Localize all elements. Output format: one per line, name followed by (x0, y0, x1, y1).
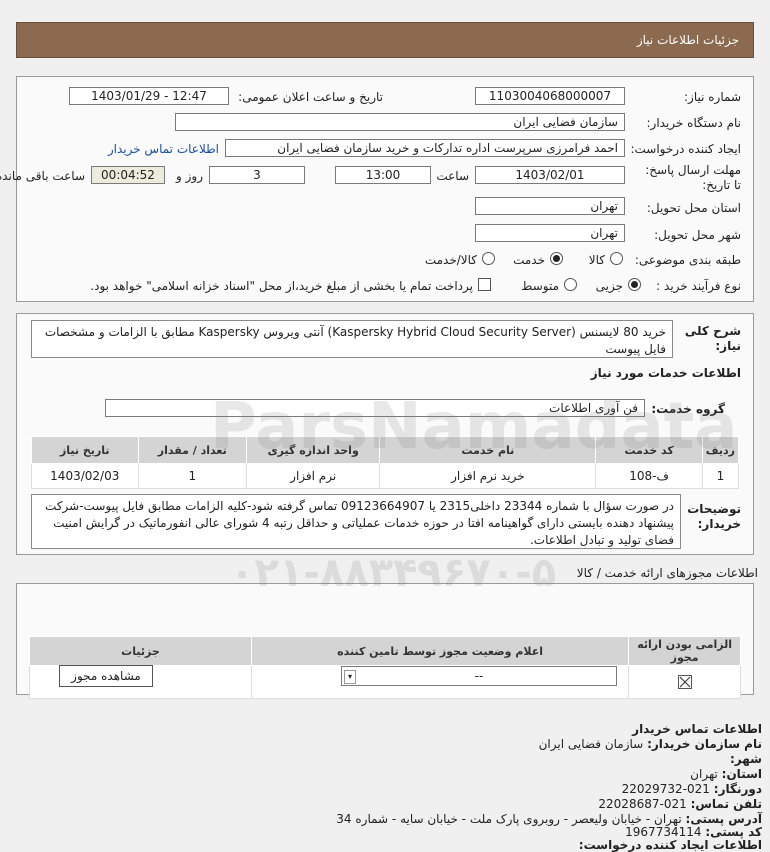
services-table-header: ردیف کد خدمت نام خدمت واحد اندازه گیری ت… (31, 436, 740, 464)
col-service-name: نام خدمت (379, 436, 597, 464)
permits-table-header: الزامی بودن ارائه مجوز اعلام وضعیت مجوز … (29, 636, 741, 666)
time-label: ساعت (436, 169, 469, 183)
contact-org: نام سازمان خریدار: سازمان فضایی ایران (538, 737, 762, 751)
permit-status-select[interactable]: -- ▾ (341, 666, 617, 686)
permit-status-value: -- (474, 669, 484, 683)
summary-label: شرح کلی نیاز: (684, 324, 741, 353)
creator-info-title: اطلاعات ایجاد کننده درخواست: (578, 838, 762, 852)
category-radio-goods-service[interactable] (482, 252, 495, 265)
process-radio-medium[interactable] (564, 278, 577, 291)
province-label: استان محل تحویل: (646, 201, 741, 215)
service-group-field: فن آوری اطلاعات (105, 399, 645, 417)
page-header: جزئیات اطلاعات نیاز (16, 22, 754, 58)
announce-label: تاریخ و ساعت اعلان عمومی: (238, 90, 383, 104)
col-unit: واحد اندازه گیری (246, 436, 381, 464)
buyer-notes-label: توضیحات خریدار: (687, 502, 741, 531)
process-option-medium: متوسط (521, 279, 559, 293)
contact-fax: دورنگار: 021-22029732 (621, 782, 762, 796)
col-permit-status: اعلام وضعیت مجوز توسط تامین کننده (250, 636, 630, 666)
contact-phone: تلفن تماس: 021-22028687 (598, 797, 762, 811)
treasury-payment-checkbox[interactable] (478, 278, 491, 291)
creator-field: احمد فرامرزی سرپرست اداره تدارکات و خرید… (225, 139, 625, 157)
table-row: 1 ف-108 خرید نرم افزار نرم افزار 1 1403/… (31, 463, 740, 489)
permits-title: اطلاعات مجوزهای ارائه خدمت / کالا (576, 566, 758, 580)
buyer-contact-link[interactable]: اطلاعات تماس خریدار (108, 142, 219, 156)
cell-permit-required (628, 665, 741, 699)
col-permit-details: جزئیات (29, 636, 252, 666)
permit-required-checkbox (677, 675, 692, 690)
contact-city: شهر: (730, 752, 762, 766)
buyer-label: نام دستگاه خریدار: (646, 116, 742, 130)
cell-unit: نرم افزار (246, 463, 381, 489)
contact-postal-code: کد پستی: 1967734114 (625, 825, 762, 839)
days-label: روز و (176, 169, 203, 183)
permits-panel: الزامی بودن ارائه مجوز اعلام وضعیت مجوز … (16, 583, 754, 699)
city-field: تهران (475, 224, 625, 242)
summary-text: خرید 80 لایسنس (Kaspersky Hybrid Cloud S… (31, 320, 673, 358)
deadline-time-field: 13:00 (335, 166, 431, 184)
creator-label: ایجاد کننده درخواست: (630, 142, 741, 156)
services-table: ردیف کد خدمت نام خدمت واحد اندازه گیری ت… (31, 436, 740, 489)
col-need-date: تاریخ نیاز (31, 436, 139, 464)
buyer-field: سازمان فضایی ایران (175, 113, 625, 131)
buyer-notes-text: در صورت سؤال با شماره 23344 داخلی2315 یا… (31, 494, 681, 549)
remaining-label: ساعت باقی مانده (0, 169, 85, 183)
category-radio-service[interactable] (550, 252, 563, 265)
need-info-panel: شماره نیاز: 1103004068000007 تاریخ و ساع… (0, 76, 754, 302)
service-group-label: گروه خدمت: (651, 402, 725, 416)
col-row: ردیف (701, 436, 740, 464)
contact-address: آدرس پستی: تهران - خیابان ولیعصر - روبرو… (336, 812, 762, 826)
process-radio-minor[interactable] (628, 278, 641, 291)
chevron-down-icon: ▾ (344, 670, 356, 684)
process-label: نوع فرآیند خرید : (656, 279, 741, 293)
cell-need-date: 1403/02/03 (31, 463, 139, 489)
services-title: اطلاعات خدمات مورد نیاز (590, 366, 741, 380)
col-quantity: تعداد / مقدار (137, 436, 248, 464)
need-number-label: شماره نیاز: (684, 90, 741, 104)
category-option-service: خدمت (513, 253, 545, 267)
treasury-payment-note: پرداخت تمام یا بخشی از مبلغ خرید،از محل … (90, 279, 473, 293)
days-field: 3 (209, 166, 305, 184)
announce-field: 1403/01/29 - 12:47 (69, 87, 229, 105)
city-label: شهر محل تحویل: (654, 228, 741, 242)
category-option-goods: کالا (588, 253, 605, 267)
category-radio-goods[interactable] (610, 252, 623, 265)
page-title: جزئیات اطلاعات نیاز (636, 33, 739, 47)
summary-panel: شرح کلی نیاز: خرید 80 لایسنس (Kaspersky … (16, 313, 754, 555)
category-option-goods-service: کالا/خدمت (424, 253, 477, 267)
col-permit-required: الزامی بودن ارائه مجوز (628, 636, 741, 666)
cell-quantity: 1 (137, 463, 248, 489)
deadline-date-field: 1403/02/01 (475, 166, 625, 184)
deadline-label: مهلت ارسال پاسخ: تا تاریخ: (645, 163, 741, 192)
need-number-field: 1103004068000007 (475, 87, 625, 105)
province-field: تهران (475, 197, 625, 215)
category-label: طبقه بندی موضوعی: (634, 253, 741, 267)
view-permit-button[interactable]: مشاهده مجوز (59, 665, 153, 687)
cell-service-code: ف-108 (595, 463, 703, 489)
contact-title: اطلاعات تماس خریدار (632, 722, 762, 736)
col-service-code: کد خدمت (595, 436, 703, 464)
remaining-time-field: 00:04:52 (91, 166, 165, 184)
contact-province: استان: تهران (690, 767, 762, 781)
process-option-minor: جزیی (595, 279, 623, 293)
cell-service-name: خرید نرم افزار (379, 463, 597, 489)
cell-row: 1 (701, 463, 740, 489)
